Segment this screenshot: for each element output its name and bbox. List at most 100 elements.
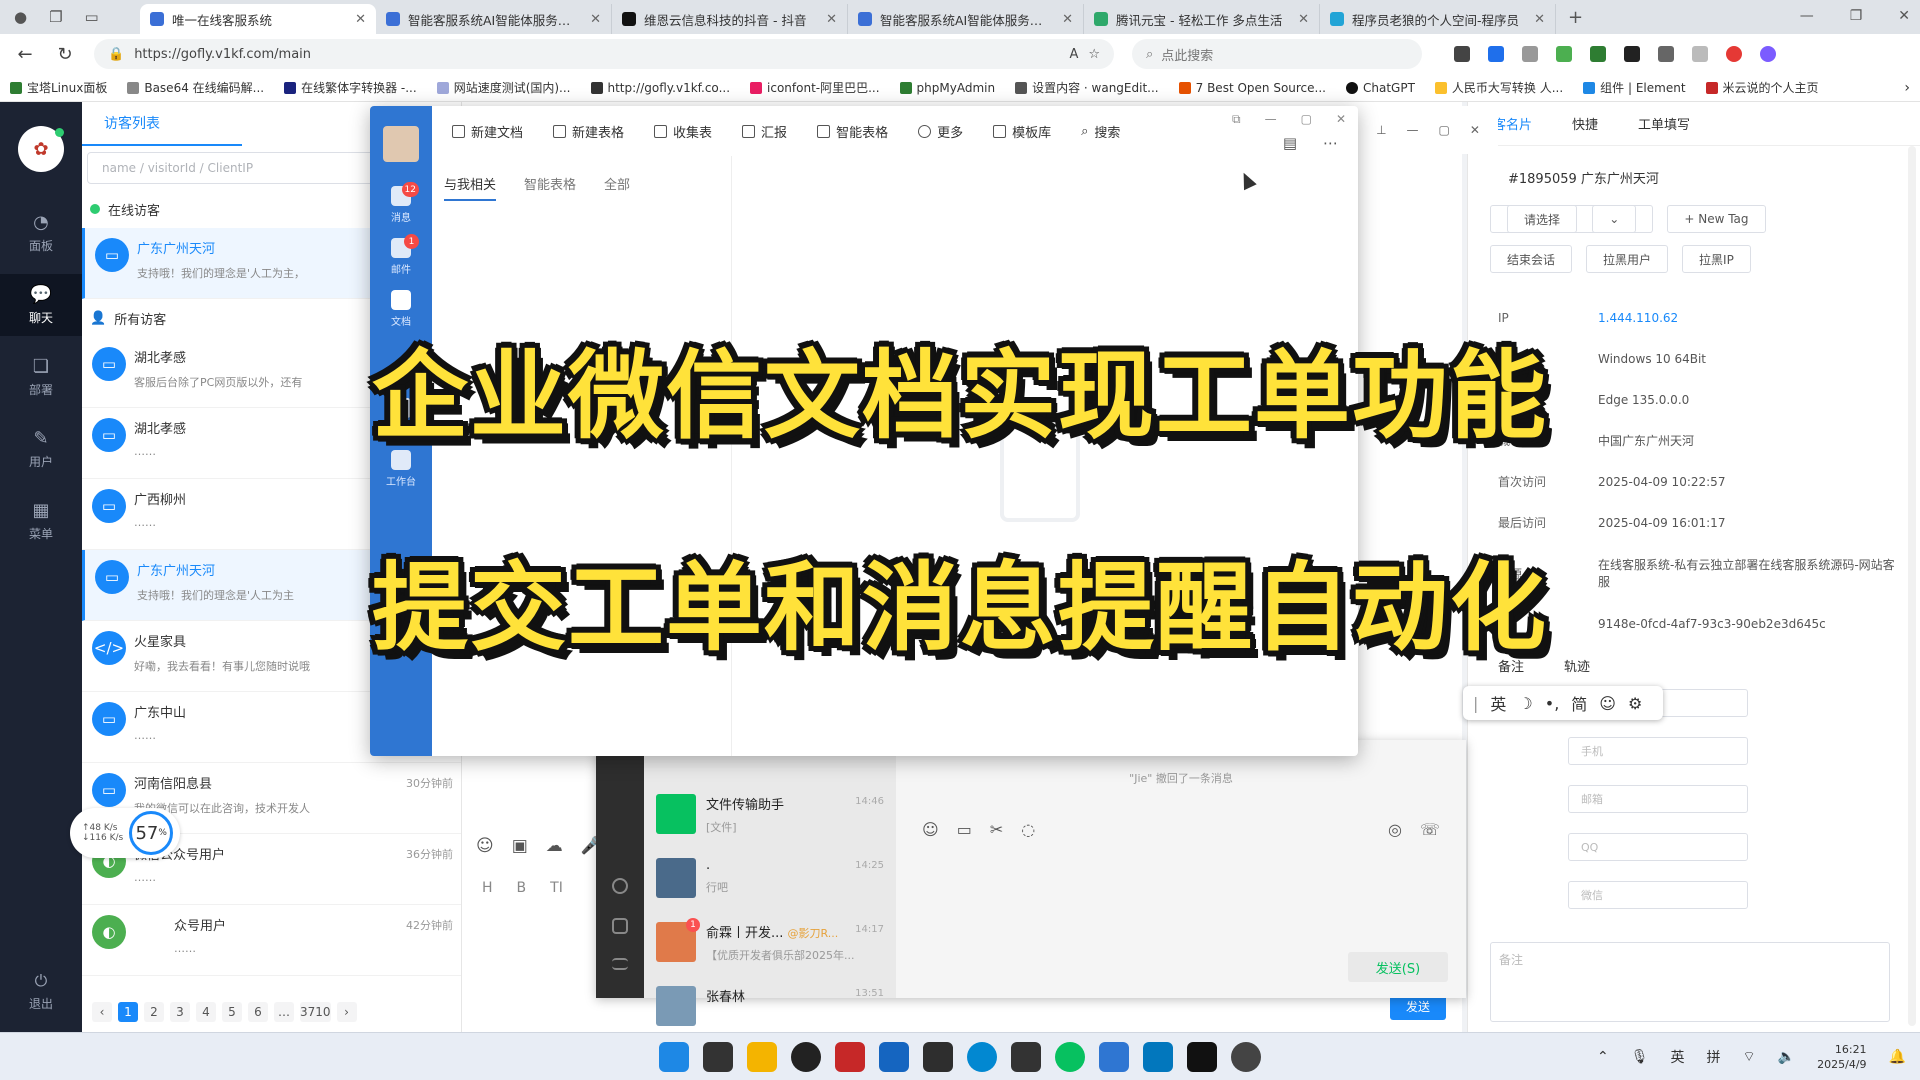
layout-icon[interactable]: ▤ bbox=[1283, 134, 1297, 152]
gear-icon[interactable]: ⚙ bbox=[1628, 694, 1642, 713]
image-icon[interactable]: ▣ bbox=[512, 836, 528, 856]
pin-icon[interactable]: ⊥ bbox=[1376, 123, 1386, 137]
page-1[interactable]: 1 bbox=[118, 1002, 138, 1022]
browser-tab-5[interactable]: 程序员老狼的个人空间-程序员 ✕ bbox=[1320, 4, 1556, 34]
bold-button[interactable]: B bbox=[517, 880, 527, 896]
punct-icon[interactable]: •, bbox=[1545, 694, 1560, 713]
template-button[interactable]: 模板库 bbox=[993, 122, 1051, 141]
bookmark-4[interactable]: http://gofly.v1kf.co... bbox=[590, 81, 730, 95]
call-icon[interactable]: ☏ bbox=[1420, 820, 1440, 839]
phone-icon[interactable] bbox=[612, 918, 628, 934]
maximize-icon[interactable]: ▢ bbox=[1439, 123, 1450, 137]
live-icon[interactable]: ◎ bbox=[1388, 820, 1402, 839]
close-window-icon[interactable]: ✕ bbox=[1898, 8, 1910, 24]
tab-quick[interactable]: 快捷 bbox=[1572, 114, 1598, 133]
ime-lang-indicator[interactable]: 英 bbox=[1671, 1047, 1685, 1067]
bookmark-8[interactable]: 7 Best Open Source... bbox=[1178, 81, 1326, 95]
chat-bubble-icon[interactable]: ◌ bbox=[1021, 820, 1035, 839]
go-icon[interactable] bbox=[791, 1041, 821, 1072]
ime-mode-indicator[interactable]: 拼 bbox=[1707, 1047, 1721, 1067]
email-field[interactable]: 邮箱 bbox=[1568, 785, 1748, 813]
refresh-icon[interactable]: ↻ bbox=[54, 44, 76, 65]
bookmark-7[interactable]: 设置内容 · wangEdit... bbox=[1015, 79, 1159, 96]
phone-field[interactable]: 手机 bbox=[1568, 737, 1748, 765]
more-button[interactable]: 更多 bbox=[918, 122, 963, 141]
upload-icon[interactable]: ☁ bbox=[546, 836, 563, 856]
close-icon[interactable]: ✕ bbox=[1062, 12, 1073, 27]
page-4[interactable]: 4 bbox=[196, 1002, 216, 1022]
nav-dashboard[interactable]: ◔ 面板 bbox=[0, 202, 82, 264]
bookmark-11[interactable]: 组件 | Element bbox=[1583, 79, 1686, 96]
block-user-button[interactable]: 拉黑用户 bbox=[1586, 245, 1669, 273]
drag-handle-icon[interactable]: | bbox=[1473, 694, 1478, 713]
sidebar-item-mail[interactable]: 1 邮件 bbox=[391, 234, 419, 276]
new-tag-button[interactable]: + New Tag bbox=[1667, 205, 1766, 233]
scissors-icon[interactable]: ✂ bbox=[990, 820, 1003, 839]
folder-icon[interactable] bbox=[747, 1041, 777, 1072]
block-ip-button[interactable]: 拉黑IP bbox=[1682, 245, 1751, 273]
emoji-icon[interactable]: ☺ bbox=[922, 820, 939, 839]
qq-field[interactable]: QQ bbox=[1568, 833, 1748, 861]
bookmark-5[interactable]: iconfont-阿里巴巴... bbox=[750, 79, 880, 96]
extension-icon[interactable] bbox=[1488, 46, 1504, 62]
wifi-icon[interactable]: ⌔ bbox=[1743, 1048, 1756, 1066]
avatar[interactable] bbox=[383, 126, 419, 162]
browser-tab-4[interactable]: 腾讯元宝 - 轻松工作 多点生活 ✕ bbox=[1084, 4, 1320, 34]
form-button[interactable]: 收集表 bbox=[654, 122, 712, 141]
bookmark-6[interactable]: phpMyAdmin bbox=[899, 81, 995, 95]
url-field[interactable]: 🔒 https://gofly.v1kf.com/main A ☆ bbox=[94, 39, 1114, 69]
browser-search[interactable]: ⌕ 点此搜索 bbox=[1132, 39, 1422, 69]
list-item[interactable]: . 行吧 14:25 bbox=[644, 848, 896, 912]
minimize-icon[interactable]: — bbox=[1800, 8, 1814, 24]
bookmark-3[interactable]: 网站速度测试(国内)... bbox=[436, 79, 571, 96]
bookmark-2[interactable]: 在线繁体字转换器 -... bbox=[284, 79, 417, 96]
new-tab-icon[interactable]: + bbox=[1568, 7, 1583, 28]
extension-icon[interactable] bbox=[1522, 46, 1538, 62]
menu-icon[interactable] bbox=[612, 958, 628, 970]
visitor-row[interactable]: ◐ 众号用户…… 42分钟前 bbox=[82, 905, 461, 976]
vscode-icon[interactable] bbox=[879, 1041, 909, 1072]
extension-icon[interactable] bbox=[1556, 46, 1572, 62]
note-textarea[interactable]: 备注 bbox=[1490, 942, 1890, 1022]
sidebar-item-messages[interactable]: 12 消息 bbox=[391, 182, 419, 224]
page-5[interactable]: 5 bbox=[222, 1002, 242, 1022]
notification-icon[interactable]: 🔔 bbox=[1889, 1049, 1906, 1065]
page-3[interactable]: 3 bbox=[170, 1002, 190, 1022]
back-icon[interactable]: ← bbox=[14, 44, 36, 65]
extension-icon[interactable] bbox=[1624, 46, 1640, 62]
tag-select[interactable]: 请选择 ⌄ bbox=[1490, 205, 1654, 233]
search-button[interactable]: ⌕ 搜索 bbox=[1081, 122, 1120, 141]
emoji-icon[interactable]: ☺ bbox=[1599, 694, 1616, 713]
page-2[interactable]: 2 bbox=[144, 1002, 164, 1022]
edge-icon[interactable] bbox=[967, 1041, 997, 1072]
tab-related[interactable]: 与我相关 bbox=[444, 174, 497, 201]
start-icon[interactable] bbox=[659, 1041, 689, 1072]
copilot-icon[interactable] bbox=[1760, 46, 1776, 62]
notepad-icon[interactable] bbox=[923, 1041, 953, 1072]
list-item[interactable]: 张春林 13:51 bbox=[644, 976, 896, 1040]
wechat-send-button[interactable]: 发送(S) bbox=[1348, 952, 1448, 982]
tab-all[interactable]: 全部 bbox=[604, 174, 630, 201]
compass-icon[interactable] bbox=[612, 878, 628, 894]
favorites-icon[interactable] bbox=[1692, 46, 1708, 62]
tab-ticket[interactable]: 工单填写 bbox=[1638, 114, 1690, 133]
taskview-icon[interactable] bbox=[703, 1041, 733, 1072]
close-icon[interactable]: ✕ bbox=[1336, 112, 1346, 127]
bookmark-10[interactable]: 人民币大写转换 人... bbox=[1434, 79, 1563, 96]
close-icon[interactable]: ✕ bbox=[355, 12, 366, 27]
collections-icon[interactable]: ❐ bbox=[49, 8, 62, 26]
favorite-star-icon[interactable]: ☆ bbox=[1088, 47, 1100, 62]
ime-simplified[interactable]: 简 bbox=[1571, 691, 1587, 715]
restore-icon[interactable]: ❐ bbox=[1850, 8, 1863, 24]
bookmark-9[interactable]: ChatGPT bbox=[1345, 81, 1415, 95]
wechat-field[interactable]: 微信 bbox=[1568, 881, 1748, 909]
heading-button[interactable]: H bbox=[482, 880, 493, 896]
read-aloud-icon[interactable]: A bbox=[1069, 47, 1078, 62]
chevron-up-icon[interactable]: ⌃ bbox=[1597, 1049, 1609, 1065]
app-icon[interactable] bbox=[1143, 1041, 1173, 1072]
chevron-right-icon[interactable]: › bbox=[1904, 80, 1910, 96]
close-icon[interactable]: ✕ bbox=[1470, 123, 1480, 137]
folder-icon[interactable]: ▭ bbox=[957, 820, 972, 839]
page-next[interactable]: › bbox=[336, 1002, 357, 1022]
close-icon[interactable]: ✕ bbox=[1534, 12, 1545, 27]
